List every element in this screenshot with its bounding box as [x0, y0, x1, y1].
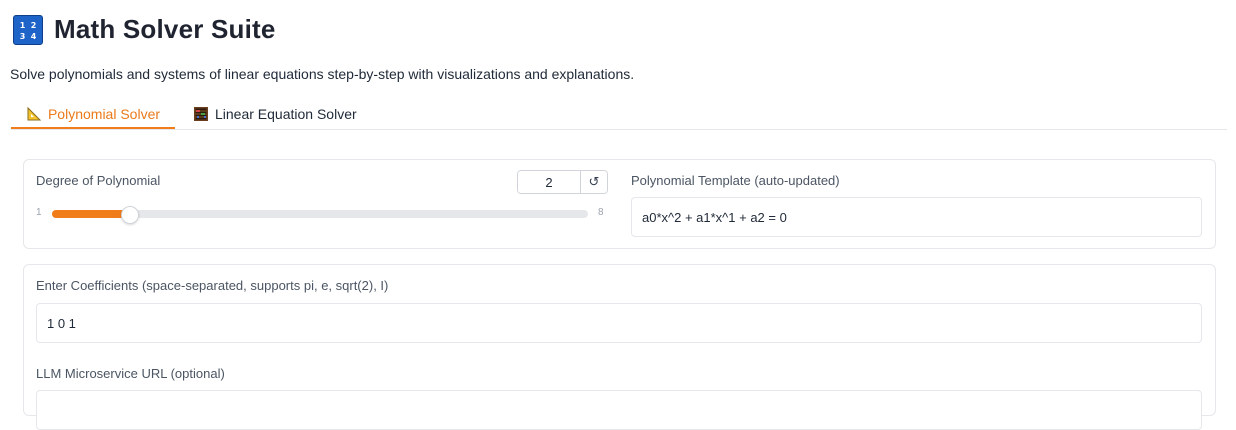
coefficients-input[interactable]: [36, 303, 1202, 343]
degree-number-input[interactable]: [518, 171, 580, 193]
tab-bar: Polynomial Solver Linear Equation Solver: [11, 100, 1227, 130]
template-field[interactable]: [631, 197, 1202, 237]
slider-max-label: 8: [598, 207, 604, 218]
logo-digit: 1: [19, 20, 26, 30]
llm-url-label: LLM Microservice URL (optional): [36, 366, 225, 381]
tab-label: Linear Equation Solver: [215, 106, 357, 122]
tab-polynomial-solver[interactable]: Polynomial Solver: [11, 100, 175, 129]
page-subtitle: Solve polynomials and systems of linear …: [10, 66, 635, 82]
input-numbers-icon: 1 2 3 4: [13, 14, 43, 45]
slider-min-label: 1: [36, 207, 42, 218]
abacus-icon: [193, 106, 209, 122]
triangular-ruler-icon: [26, 106, 42, 122]
degree-label: Degree of Polynomial: [36, 173, 161, 188]
page-title: Math Solver Suite: [54, 14, 276, 44]
slider-thumb[interactable]: [120, 206, 139, 224]
slider-fill: [52, 210, 129, 218]
llm-url-input[interactable]: [36, 390, 1202, 430]
coefficients-panel: Enter Coefficients (space-separated, sup…: [23, 264, 1216, 430]
coefficients-label: Enter Coefficients (space-separated, sup…: [36, 278, 389, 293]
logo-digit: 3: [19, 31, 26, 41]
reset-icon: ↺: [588, 174, 600, 190]
reset-button[interactable]: ↺: [580, 171, 607, 193]
tab-linear-equation-solver[interactable]: Linear Equation Solver: [189, 100, 357, 128]
degree-slider[interactable]: [52, 206, 588, 224]
app-header: 1 2 3 4 Math Solver Suite: [13, 14, 276, 45]
logo-digit: 4: [30, 31, 37, 41]
template-label: Polynomial Template (auto-updated): [631, 173, 840, 188]
degree-panel: Degree of Polynomial ↺ 1 8 Polynomial Te…: [23, 159, 1216, 249]
degree-number-box: ↺: [517, 170, 608, 194]
tab-label: Polynomial Solver: [47, 105, 161, 122]
logo-digit: 2: [30, 20, 37, 30]
